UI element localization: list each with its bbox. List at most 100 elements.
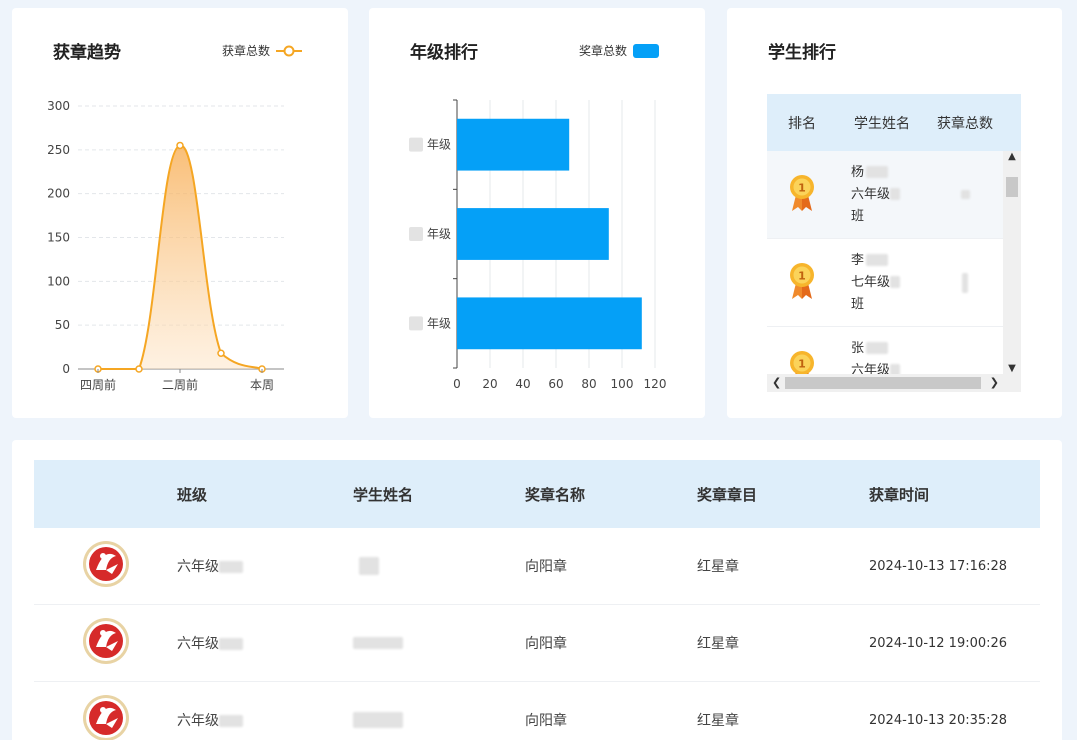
record-time: 2024-10-13 20:35:28 (869, 712, 1008, 728)
y-tick-label: 200 (47, 187, 70, 201)
trend-point (135, 365, 143, 373)
grade-bar (457, 118, 570, 171)
student-name: 杨 (851, 162, 927, 184)
x-tick-label: 本周 (250, 378, 274, 392)
gold-medal-icon: 1 (788, 173, 816, 217)
grade-card: 年级排行 奖章总数 0 20 40 60 80 100 120 年级 年级 年级 (369, 8, 705, 418)
student-class-suffix: 班 (851, 208, 865, 224)
rank-col-total: 获章总数 (937, 115, 993, 132)
scroll-up-icon[interactable]: ▲ (1003, 151, 1021, 162)
record-medal-item: 红星章 (697, 636, 739, 652)
record-medal-item: 红星章 (697, 713, 739, 729)
scroll-left-icon[interactable]: ❮ (772, 374, 781, 392)
y-tick-label: 300 (47, 99, 70, 113)
trend-area (98, 145, 262, 369)
record-time: 2024-10-12 19:00:26 (869, 635, 1008, 651)
rank-row[interactable]: 1 杨 六年级 班 (767, 151, 1003, 239)
records-table-header: 班级 学生姓名 奖章名称 奖章章目 获章时间 (34, 460, 1040, 528)
student-class: 七年级 (851, 272, 927, 294)
school-badge-icon (82, 694, 130, 740)
y-tick-label: 100 (47, 274, 70, 288)
scroll-right-icon[interactable]: ❯ (990, 374, 999, 392)
record-class: 六年级 (177, 556, 353, 576)
y-tick-label: 年级 (427, 227, 451, 241)
rank-row[interactable]: 1 李 七年级 班 (767, 239, 1003, 327)
student-card: 学生排行 排名 学生姓名 获章总数 1 杨 六年级 班 1 李 七年级 班 1 … (727, 8, 1062, 418)
record-class: 六年级 (177, 633, 353, 653)
x-tick-label: 20 (482, 377, 497, 391)
col-medal-name: 奖章名称 (525, 485, 586, 504)
table-row[interactable]: 六年级 向阳章 红星章 2024-10-13 20:35:28 (34, 682, 1040, 740)
table-row[interactable]: 六年级 向阳章 红星章 2024-10-13 17:16:28 (34, 528, 1040, 605)
rank-vertical-scrollbar[interactable]: ▲ ▼ (1003, 151, 1021, 374)
student-name: 李 (851, 250, 927, 272)
record-class: 六年级 (177, 710, 353, 730)
trend-legend[interactable]: 获章总数 (222, 42, 303, 59)
y-tick-label: 0 (62, 362, 70, 376)
col-student-name: 学生姓名 (353, 485, 414, 504)
trend-card: 获章趋势 获章总数 0 50 100 150 200 250 300 四周前 二周前 本周 (12, 8, 348, 418)
x-tick-label: 四周前 (80, 377, 116, 392)
gold-medal-icon: 1 (788, 349, 816, 374)
student-class: 六年级 (851, 184, 927, 206)
school-badge-icon (82, 617, 130, 669)
x-tick-label: 二周前 (162, 377, 198, 392)
y-tick-label: 年级 (427, 138, 451, 152)
rank-horizontal-scrollbar[interactable]: ❮ ❯ (767, 374, 1021, 392)
rank-col-name: 学生姓名 (854, 115, 910, 132)
grade-legend[interactable]: 奖章总数 (579, 42, 660, 59)
x-tick-label: 80 (581, 377, 596, 391)
record-medal-name: 向阳章 (525, 636, 567, 652)
svg-text:1: 1 (798, 357, 806, 370)
records-card: 班级 学生姓名 奖章名称 奖章章目 获章时间 六年级 向阳章 红星章 2024-… (12, 440, 1062, 740)
y-tick-label: 150 (47, 231, 70, 245)
medal-total (960, 190, 970, 199)
col-time: 获章时间 (869, 485, 930, 504)
redacted-grade-prefix (409, 316, 423, 331)
svg-text:1: 1 (798, 181, 806, 194)
gold-medal-icon: 1 (788, 261, 816, 305)
student-rank-table: 排名 学生姓名 获章总数 1 杨 六年级 班 1 李 七年级 班 1 张 六年级… (767, 94, 1021, 392)
rank-table-header: 排名 学生姓名 获章总数 (767, 94, 1021, 151)
vertical-scroll-thumb[interactable] (1006, 177, 1018, 197)
trend-chart: 0 50 100 150 200 250 300 四周前 二周前 本周 (47, 99, 284, 392)
rank-table-body[interactable]: 1 杨 六年级 班 1 李 七年级 班 1 张 六年级 (767, 151, 1003, 374)
grade-bar (457, 208, 609, 260)
record-student-name (353, 712, 525, 728)
record-medal-name: 向阳章 (525, 713, 567, 729)
x-tick-label: 60 (548, 377, 563, 391)
trend-legend-label: 获章总数 (222, 44, 271, 58)
record-time: 2024-10-13 17:16:28 (869, 558, 1008, 574)
grade-chart: 0 20 40 60 80 100 120年级年级年级 (409, 99, 666, 391)
y-tick-label: 50 (55, 318, 70, 332)
records-table: 班级 学生姓名 奖章名称 奖章章目 获章时间 六年级 向阳章 红星章 2024-… (34, 460, 1040, 740)
record-student-name (353, 635, 525, 651)
x-tick-label: 40 (515, 377, 530, 391)
rank-row[interactable]: 1 张 六年级 班 (767, 327, 1003, 374)
school-badge-icon (82, 540, 130, 592)
col-class: 班级 (177, 485, 208, 504)
redacted-grade-prefix (409, 227, 423, 241)
svg-text:1: 1 (798, 269, 806, 282)
redacted-grade-prefix (409, 137, 423, 152)
record-student-name (353, 557, 525, 575)
legend-line-marker-icon (276, 45, 303, 56)
x-tick-label: 100 (611, 377, 634, 391)
rank-col-rank: 排名 (788, 115, 816, 132)
col-medal-item: 奖章章目 (697, 485, 758, 504)
table-row[interactable]: 六年级 向阳章 红星章 2024-10-12 19:00:26 (34, 605, 1040, 682)
student-title: 学生排行 (768, 43, 836, 63)
trend-point (217, 349, 225, 357)
record-medal-name: 向阳章 (525, 559, 567, 575)
scroll-down-icon[interactable]: ▼ (1003, 363, 1021, 374)
trend-title: 获章趋势 (53, 43, 121, 63)
y-tick-label: 年级 (427, 316, 451, 330)
grade-legend-label: 奖章总数 (579, 44, 628, 58)
legend-bar-marker-icon (633, 43, 660, 58)
student-class: 六年级 (851, 360, 927, 374)
student-name: 张 (851, 338, 927, 360)
student-class-suffix: 班 (851, 296, 865, 312)
y-tick-label: 250 (47, 143, 70, 157)
horizontal-scroll-thumb[interactable] (785, 377, 981, 389)
trend-point (176, 141, 184, 150)
